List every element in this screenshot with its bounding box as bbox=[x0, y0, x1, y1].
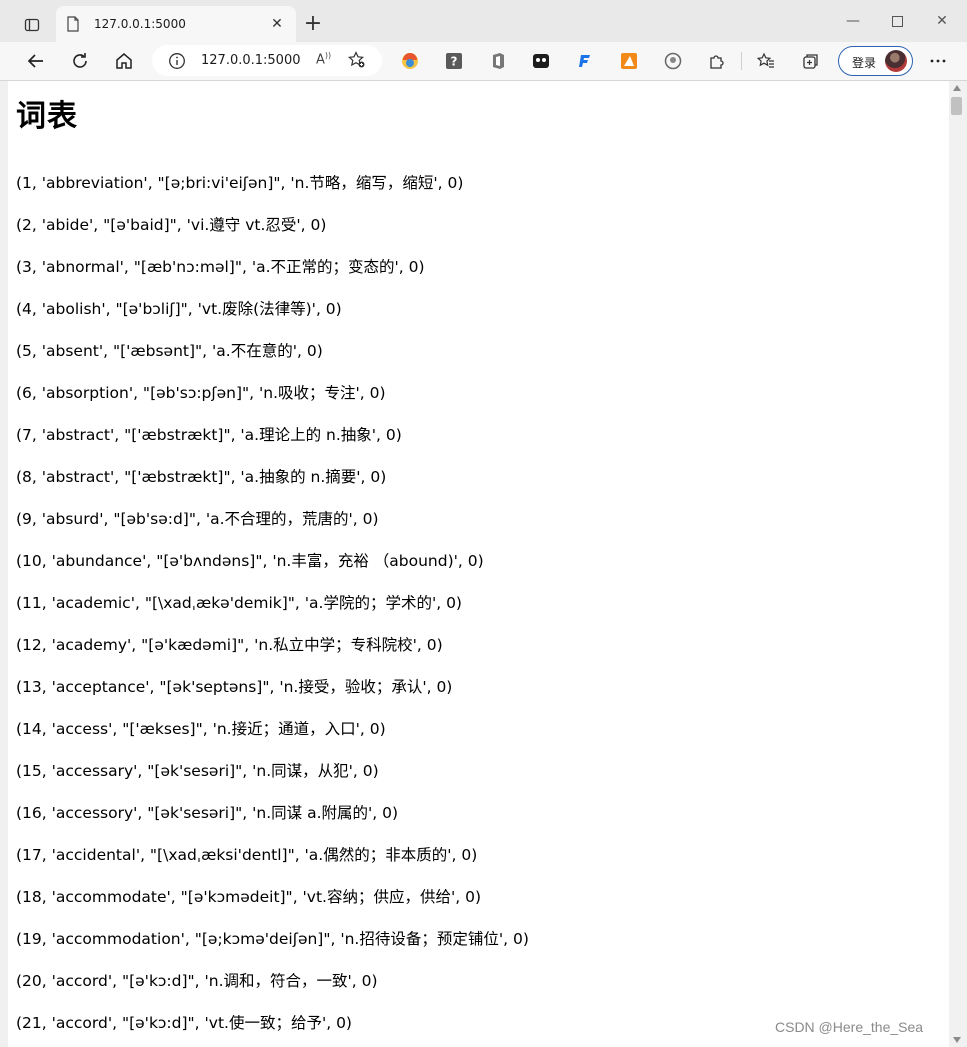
word-row: (11, 'academic', "[\xadˌækə'demik]", 'a.… bbox=[16, 594, 462, 612]
puzzle-icon[interactable] bbox=[707, 51, 727, 71]
add-favorite-icon[interactable] bbox=[348, 51, 366, 73]
favorites-icon[interactable] bbox=[756, 51, 776, 71]
maximize-icon[interactable] bbox=[874, 8, 920, 34]
close-tab-icon[interactable]: ✕ bbox=[268, 15, 286, 33]
new-tab-icon[interactable]: + bbox=[302, 13, 324, 35]
colorful-bird-icon[interactable] bbox=[400, 51, 420, 71]
back-icon[interactable] bbox=[22, 47, 50, 75]
word-row: (10, 'abundance', "[ə'bʌndəns]", 'n.丰富，充… bbox=[16, 552, 484, 570]
word-row: (3, 'abnormal', "[æb'nɔ:məl]", 'a.不正常的；变… bbox=[16, 258, 425, 276]
word-row: (16, 'accessory', "[ək'sesəri]", 'n.同谋 a… bbox=[16, 804, 399, 822]
avatar bbox=[885, 50, 907, 72]
refresh-icon[interactable] bbox=[66, 47, 94, 75]
word-row: (2, 'abide', "[ə'baid]", 'vi.遵守 vt.忍受', … bbox=[16, 216, 327, 234]
browser-tab[interactable]: 127.0.0.1:5000 ✕ bbox=[56, 6, 296, 42]
word-row: (7, 'abstract', "['æbstrækt]", 'a.理论上的 n… bbox=[16, 426, 402, 444]
window-close-icon[interactable]: ✕ bbox=[919, 8, 965, 34]
word-row: (21, 'accord', "[ə'kɔ:d]", 'vt.使一致；给予', … bbox=[16, 1014, 352, 1032]
site-info-icon[interactable] bbox=[168, 52, 186, 70]
watermark: CSDN @Here_the_Sea bbox=[775, 1019, 924, 1035]
svg-text:?: ? bbox=[451, 55, 458, 69]
word-row: (8, 'abstract', "['æbstrækt]", 'a.抽象的 n.… bbox=[16, 468, 387, 486]
page-icon bbox=[66, 16, 82, 32]
login-label: 登录 bbox=[852, 56, 877, 70]
word-row: (17, 'accidental', "[\xadˌæksi'dentl]", … bbox=[16, 846, 478, 864]
scroll-down-icon[interactable] bbox=[953, 1037, 961, 1043]
address-url: 127.0.0.1:5000 bbox=[201, 53, 301, 68]
word-row: (15, 'accessary', "[ək'sesəri]", 'n.同谋，从… bbox=[16, 762, 379, 780]
github-icon[interactable] bbox=[663, 51, 683, 71]
address-bar[interactable]: 127.0.0.1:5000 A)) bbox=[152, 45, 382, 76]
more-menu-icon[interactable] bbox=[928, 51, 948, 71]
word-row: (5, 'absent', "['æbsənt]", 'a.不在意的', 0) bbox=[16, 342, 323, 360]
word-row: (13, 'acceptance', "[ək'septəns]", 'n.接受… bbox=[16, 678, 453, 696]
tab-strip: 127.0.0.1:5000 ✕ + — ✕ bbox=[0, 0, 967, 42]
home-icon[interactable] bbox=[110, 47, 138, 75]
browser-toolbar: 127.0.0.1:5000 A)) ? 登录 bbox=[0, 42, 967, 81]
vertical-scrollbar[interactable] bbox=[949, 81, 967, 1047]
orange-app-icon[interactable] bbox=[619, 51, 639, 71]
word-row: (12, 'academy', "[ə'kædəmi]", 'n.私立中学；专科… bbox=[16, 636, 443, 654]
page-viewport: 词表 (1, 'abbreviation', "[ə;bri:vi'eiʃən]… bbox=[8, 81, 949, 1047]
scrollbar-thumb[interactable] bbox=[951, 97, 962, 115]
read-aloud-icon[interactable]: A)) bbox=[316, 51, 331, 67]
page-title: 词表 bbox=[16, 99, 78, 134]
f-icon[interactable] bbox=[575, 51, 595, 71]
word-row: (6, 'absorption', "[əb'sɔ:pʃən]", 'n.吸收；… bbox=[16, 384, 386, 402]
word-row: (4, 'abolish', "[ə'bɔliʃ]", 'vt.废除(法律等)'… bbox=[16, 300, 342, 318]
word-row: (14, 'access', "['ækses]", 'n.接近；通道，入口',… bbox=[16, 720, 386, 738]
office-icon[interactable] bbox=[488, 51, 508, 71]
scroll-up-icon[interactable] bbox=[953, 85, 961, 91]
login-button[interactable]: 登录 bbox=[838, 46, 913, 76]
word-row: (1, 'abbreviation', "[ə;bri:vi'eiʃən]", … bbox=[16, 174, 464, 192]
word-row: (19, 'accommodation', "[ə;kɔmə'deiʃən]",… bbox=[16, 930, 529, 948]
toolbar-divider bbox=[741, 52, 742, 70]
word-row: (20, 'accord', "[ə'kɔ:d]", 'n.调和，符合，一致',… bbox=[16, 972, 378, 990]
word-row: (18, 'accommodate', "[ə'kɔmədeit]", 'vt.… bbox=[16, 888, 482, 906]
minimize-icon[interactable]: — bbox=[830, 8, 876, 34]
tab-actions-icon[interactable] bbox=[20, 13, 44, 37]
collections-icon[interactable] bbox=[801, 51, 821, 71]
help-icon[interactable]: ? bbox=[444, 51, 464, 71]
tiles-icon[interactable] bbox=[531, 51, 551, 71]
word-row: (9, 'absurd', "[əb'sə:d]", 'a.不合理的，荒唐的',… bbox=[16, 510, 379, 528]
tab-title: 127.0.0.1:5000 bbox=[94, 17, 186, 31]
word-list: (1, 'abbreviation', "[ə;bri:vi'eiʃən]", … bbox=[16, 173, 529, 1047]
